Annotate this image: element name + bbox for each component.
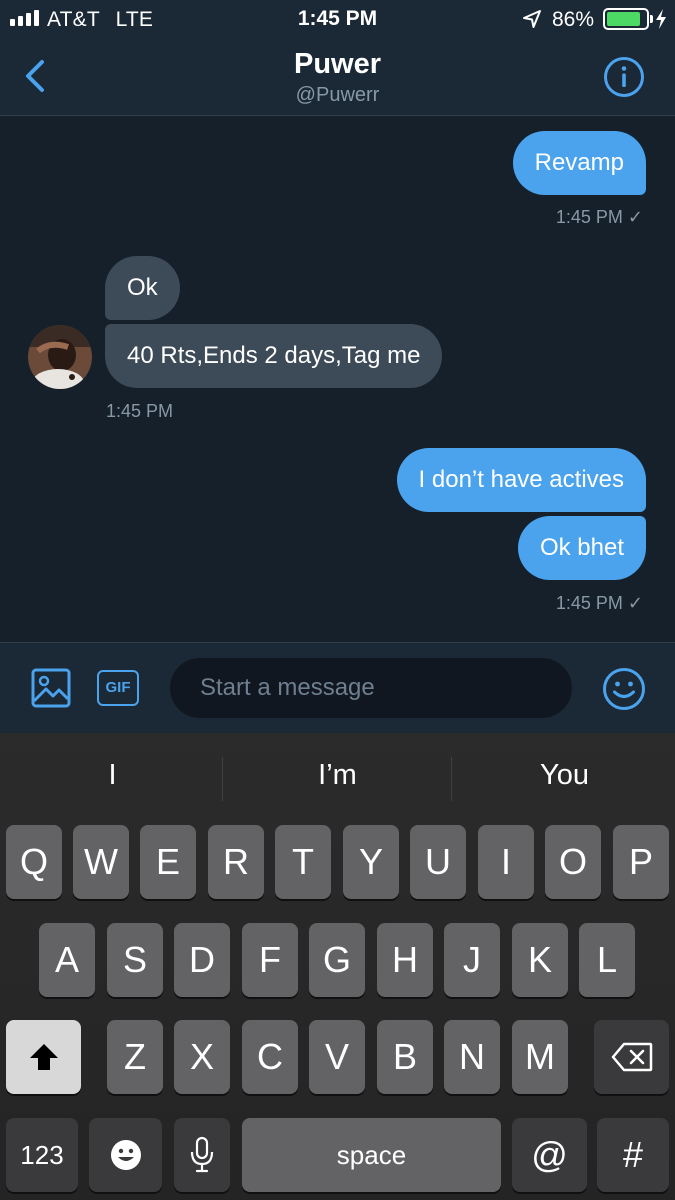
space-key[interactable]: space [242,1118,501,1192]
key-u[interactable]: U [410,825,466,899]
emoji-icon[interactable] [602,667,646,711]
emoji-key-icon [110,1140,141,1170]
incoming-message-bubble[interactable]: Ok [105,256,180,320]
emoji-keyboard-key[interactable] [89,1118,162,1192]
microphone-icon [190,1136,214,1173]
key-j[interactable]: J [444,923,500,997]
message-input[interactable] [170,658,572,718]
message-timestamp: 1:45 PM ✓ [555,593,643,613]
suggestion-1[interactable]: I [0,759,225,792]
location-arrow-icon [523,10,541,28]
key-y[interactable]: Y [343,825,399,899]
outgoing-message-bubble[interactable]: Ok bhet [517,516,646,580]
shift-key[interactable] [6,1020,81,1094]
info-icon[interactable] [603,56,645,98]
conversation-name[interactable]: Puwer [0,48,675,81]
avatar-image [28,325,92,389]
charging-bolt-icon [656,9,666,29]
key-c[interactable]: C [242,1020,298,1094]
hash-key[interactable]: # [597,1118,669,1192]
gif-icon[interactable]: GIF [97,670,139,706]
backspace-icon [611,1042,652,1072]
conversation-header: Puwer @Puwerr [0,38,675,116]
dictation-key[interactable] [174,1118,230,1192]
key-t[interactable]: T [275,825,331,899]
key-i[interactable]: I [478,825,534,899]
key-g[interactable]: G [309,923,365,997]
battery-level-fill [607,12,640,26]
suggestion-3[interactable]: You [452,759,675,792]
key-m[interactable]: M [512,1020,568,1094]
message-composer: GIF [0,642,675,733]
message-timestamp: 1:45 PM ✓ [555,207,643,227]
key-r[interactable]: R [208,825,264,899]
message-timestamp: 1:45 PM [106,401,174,421]
image-icon[interactable] [31,668,71,708]
outgoing-message-bubble[interactable]: Revamp [512,131,646,195]
key-x[interactable]: X [174,1020,230,1094]
message-thread: Revamp 1:45 PM ✓ Ok 40 Rts,Ends 2 days,T… [0,116,675,642]
key-l[interactable]: L [579,923,635,997]
incoming-message-bubble[interactable]: 40 Rts,Ends 2 days,Tag me [105,324,443,388]
key-f[interactable]: F [242,923,298,997]
battery-percent: 86% [552,8,595,31]
shift-arrow-icon [29,1044,58,1070]
key-e[interactable]: E [140,825,196,899]
key-h[interactable]: H [377,923,433,997]
at-key[interactable]: @ [512,1118,587,1192]
key-q[interactable]: Q [6,825,62,899]
battery-icon [603,8,649,30]
key-d[interactable]: D [174,923,230,997]
status-bar: AT&T LTE 1:45 PM 86% [0,0,675,38]
numbers-key[interactable]: 123 [6,1118,78,1192]
conversation-handle[interactable]: @Puwerr [0,84,675,107]
suggestion-divider [222,757,223,801]
key-b[interactable]: B [377,1020,433,1094]
key-p[interactable]: P [613,825,669,899]
battery-tip [650,15,653,23]
key-n[interactable]: N [444,1020,500,1094]
avatar[interactable] [28,325,92,389]
backspace-key[interactable] [594,1020,669,1094]
key-k[interactable]: K [512,923,568,997]
key-w[interactable]: W [73,825,129,899]
keyboard: I I’m You Q W E R T Y U I O P A S D F G … [0,733,675,1200]
key-o[interactable]: O [545,825,601,899]
key-v[interactable]: V [309,1020,365,1094]
outgoing-message-bubble[interactable]: I don’t have actives [396,448,646,512]
key-s[interactable]: S [107,923,163,997]
key-z[interactable]: Z [107,1020,163,1094]
suggestion-2[interactable]: I’m [225,759,450,792]
key-a[interactable]: A [39,923,95,997]
